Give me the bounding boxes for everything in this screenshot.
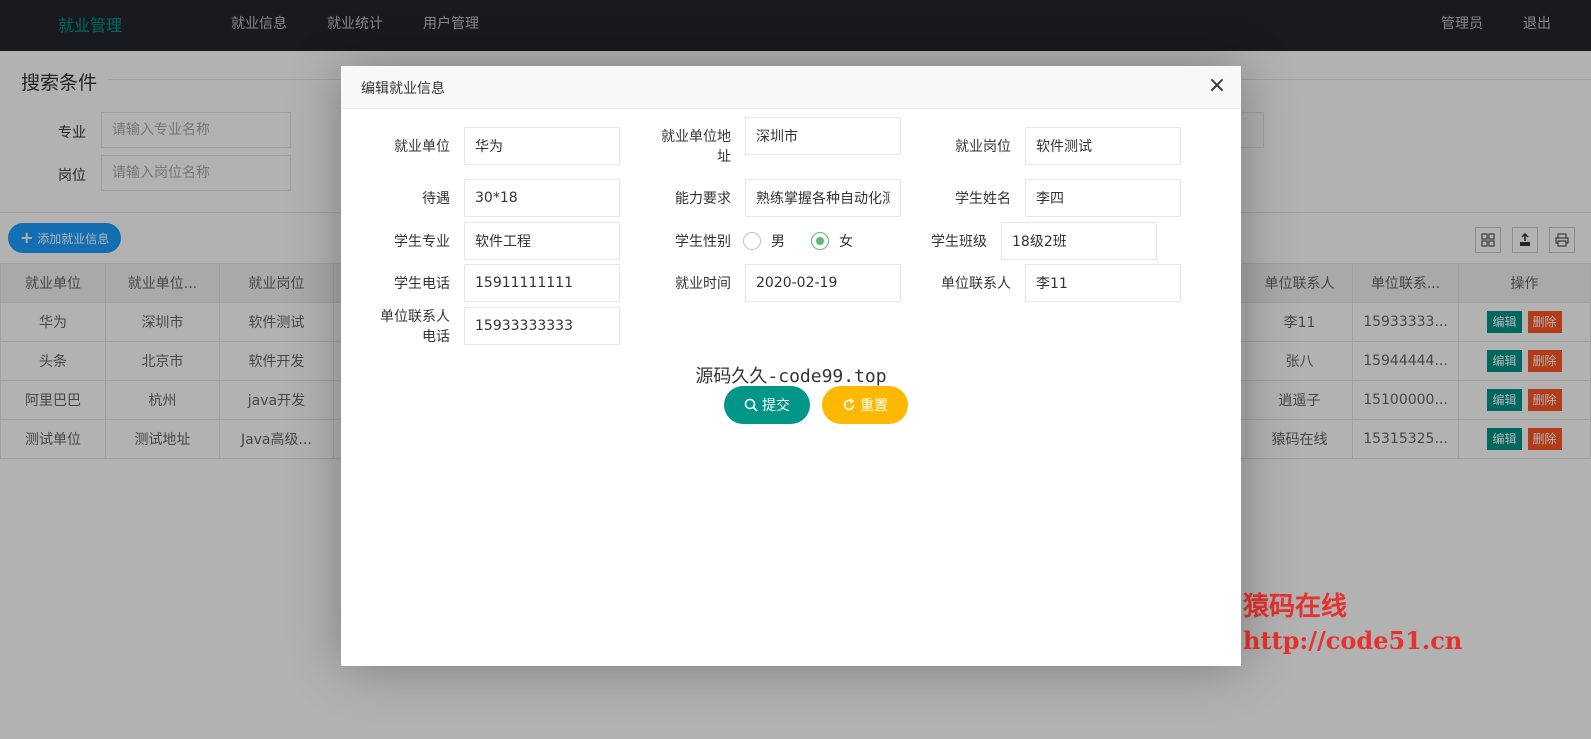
unit-address-input[interactable] — [745, 117, 901, 155]
student-name-input[interactable] — [1025, 179, 1181, 217]
unit-address-label: 就业单位地 址 — [661, 129, 731, 165]
post-label: 就业岗位 — [955, 139, 1011, 155]
salary-input[interactable] — [464, 179, 620, 217]
search-icon — [744, 398, 758, 412]
student-class-label: 学生班级 — [931, 234, 987, 250]
employment-time-input[interactable] — [745, 264, 901, 302]
student-name-label: 学生姓名 — [955, 191, 1011, 207]
gender-radio-male[interactable]: 男 — [743, 231, 785, 251]
modal-header: 编辑就业信息 × — [341, 66, 1241, 109]
ability-input[interactable] — [745, 179, 901, 217]
employment-time-label: 就业时间 — [675, 276, 731, 292]
unit-contact-phone-label: 单位联系人 电话 — [380, 309, 450, 345]
unit-label: 就业单位 — [394, 139, 450, 155]
gender-radio-female[interactable]: 女 — [811, 231, 853, 251]
code99-watermark: 源码久久-code99.top — [695, 366, 887, 387]
student-gender-label: 学生性别 — [675, 234, 731, 250]
site-watermark: 猿码在线 http://code51.cn — [1243, 592, 1463, 655]
refresh-icon — [843, 398, 855, 411]
ability-label: 能力要求 — [675, 191, 731, 207]
radio-checked-icon — [811, 232, 829, 250]
post-input[interactable] — [1025, 127, 1181, 165]
unit-contact-label: 单位联系人 — [941, 276, 1011, 292]
radio-unchecked-icon — [743, 232, 761, 250]
salary-label: 待遇 — [422, 191, 450, 207]
student-phone-label: 学生电话 — [394, 276, 450, 292]
submit-button[interactable]: 提交 — [724, 386, 810, 424]
unit-contact-input[interactable] — [1025, 264, 1181, 302]
unit-contact-phone-input[interactable] — [464, 307, 620, 345]
student-phone-input[interactable] — [464, 264, 620, 302]
student-major-label: 学生专业 — [394, 234, 450, 250]
edit-employment-modal: 编辑就业信息 × 就业单位 就业单位地 址 就业岗位 待遇 能力要求 学生姓名 … — [341, 66, 1241, 666]
unit-input[interactable] — [464, 127, 620, 165]
reset-button[interactable]: 重置 — [822, 386, 908, 424]
student-major-input[interactable] — [464, 222, 620, 260]
close-icon[interactable]: × — [1205, 74, 1229, 98]
student-class-input[interactable] — [1001, 222, 1157, 260]
modal-title: 编辑就业信息 — [361, 81, 445, 97]
